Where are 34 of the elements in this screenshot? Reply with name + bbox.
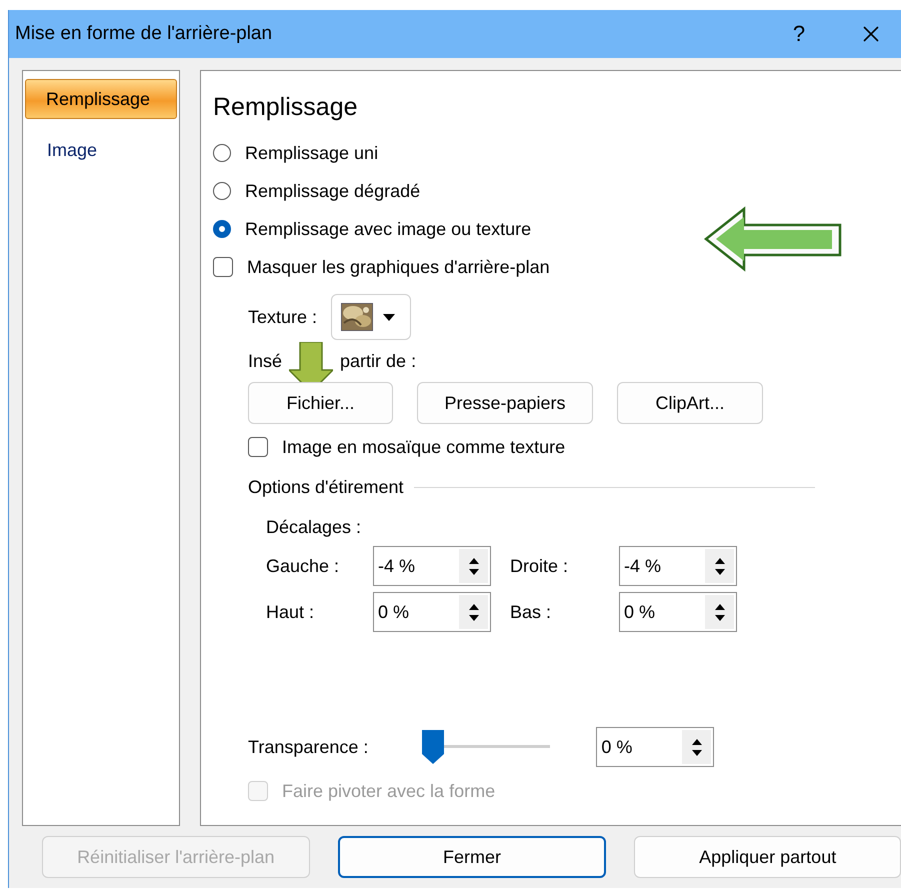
option-label: Image en mosaïque comme texture [282, 436, 566, 458]
caret-icon [383, 314, 396, 320]
radio-button[interactable] [213, 144, 231, 162]
offsets-label: Décalages : [266, 516, 362, 538]
sidebar-item[interactable]: Remplissage [25, 79, 177, 119]
radio-button[interactable] [213, 220, 231, 238]
option-label: Faire pivoter avec la forme [282, 780, 496, 802]
section-title: Options d'étirement [248, 476, 404, 498]
texture-label: Texture : [248, 306, 318, 328]
option-label: Remplissage dégradé [245, 180, 420, 202]
checkbox[interactable] [213, 257, 233, 277]
slider-thumb[interactable] [422, 730, 444, 764]
panel-heading: Remplissage [213, 93, 359, 122]
field-label: Gauche : [266, 556, 340, 576]
field-label: Haut : [266, 602, 316, 622]
option-label: Masquer les graphiques d'arrière-plan [247, 256, 550, 278]
transparency-label: Transparence : [248, 736, 368, 758]
insert-button[interactable]: Presse-papiers [417, 382, 593, 424]
sidebar-item[interactable]: Image [25, 131, 177, 169]
option-label: Remplissage uni [245, 142, 378, 164]
dialog-button[interactable]: Fermer [338, 836, 606, 878]
insert-button[interactable]: Fichier... [248, 382, 393, 424]
radio-button[interactable] [213, 182, 231, 200]
insert-label: Insé [248, 350, 282, 372]
dialog-button[interactable]: Appliquer partout [634, 836, 901, 878]
field-label: Droite : [509, 556, 570, 576]
insert-label: partir de : [340, 350, 416, 372]
option-label: Remplissage avec image ou texture [245, 218, 532, 240]
insert-button[interactable]: ClipArt... [617, 382, 763, 424]
window-title: Mise en forme de l'arrière-plan [15, 23, 274, 45]
texture-dropdown[interactable] [331, 294, 412, 340]
field-label: Bas : [509, 602, 552, 622]
help-button[interactable]: ? [767, 10, 831, 58]
checkbox[interactable] [248, 437, 268, 457]
